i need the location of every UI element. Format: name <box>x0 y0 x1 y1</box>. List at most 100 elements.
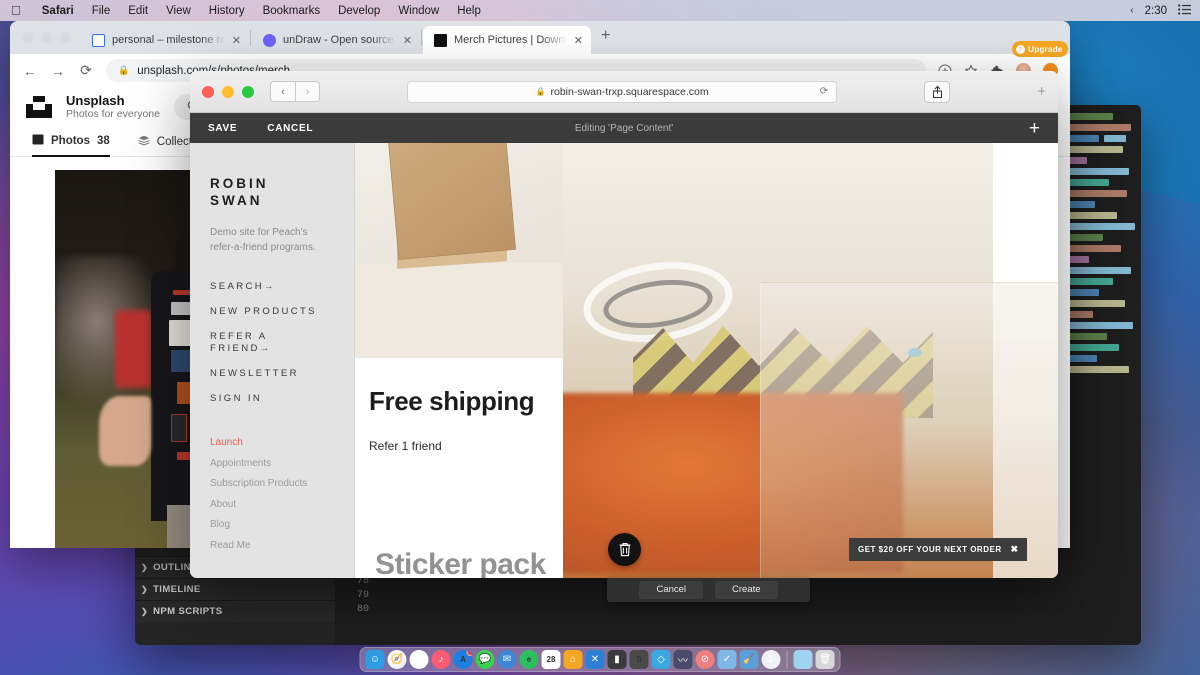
minimize-window-button[interactable] <box>222 85 234 98</box>
back-button[interactable]: ← <box>22 63 38 79</box>
menu-item-safari[interactable]: Safari <box>33 5 83 17</box>
zoom-window-button[interactable] <box>242 85 254 98</box>
modal-create-button[interactable]: Create <box>715 581 778 599</box>
menu-item-bookmarks[interactable]: Bookmarks <box>254 5 330 17</box>
tab-photos[interactable]: Photos 38 <box>32 127 110 157</box>
menu-item-history[interactable]: History <box>200 5 254 17</box>
vscode-section-npm-scripts[interactable]: ❯ NPM SCRIPTS <box>135 600 335 622</box>
mac-dock[interactable]: ☺ 🧭 ◉ ♪ A 💬 ✉ e 28 ⌂ ✕ ▮ S ◇ 〰 ⊘ ✓ 🧹 ① 🗑 <box>359 647 841 672</box>
safari-back-button[interactable]: ‹ <box>270 81 295 102</box>
menu-item-develop[interactable]: Develop <box>329 5 389 17</box>
nav-item-search[interactable]: SEARCH→ <box>210 281 334 293</box>
dock-item-downloads-folder[interactable] <box>793 650 813 669</box>
unsplash-brand: Unsplash Photos for everyone <box>66 92 160 121</box>
dock-item-one-password[interactable]: ① <box>761 650 781 669</box>
site-sidebar: ROBIN SWAN Demo site for Peach's refer-a… <box>190 143 355 578</box>
site-main-content[interactable]: Free shipping Refer 1 friend Sticker pac… <box>355 143 1058 578</box>
dock-item-music[interactable]: ♪ <box>431 650 451 669</box>
dock-item-activity-monitor[interactable]: 〰 <box>673 650 693 669</box>
dock-badge <box>466 650 473 656</box>
safari-squarespace-window[interactable]: ‹ › 🔒 robin-swan-trxp.squarespace.com ⟳ … <box>190 71 1058 578</box>
promo-banner-text: GET $20 OFF YOUR NEXT ORDER <box>858 545 1002 554</box>
save-button[interactable]: SAVE <box>208 123 237 134</box>
minimize-window-button[interactable] <box>41 32 52 43</box>
safari-new-tab-button[interactable]: + <box>1037 83 1046 100</box>
create-block-modal[interactable]: Cancel Create <box>607 578 810 602</box>
control-center-icon[interactable] <box>1178 3 1191 18</box>
reload-icon[interactable]: ⟳ <box>820 86 828 97</box>
sidebar-item-subscription-products[interactable]: Subscription Products <box>210 478 340 489</box>
dock-item-calendar[interactable]: 28 <box>541 650 561 669</box>
dock-item-safari[interactable]: 🧭 <box>387 650 407 669</box>
browser-tab-0[interactable]: personal – milestone referral tu ✕ <box>81 26 249 54</box>
safari-address-bar[interactable]: 🔒 robin-swan-trxp.squarespace.com ⟳ <box>407 80 838 103</box>
dock-item-finder[interactable]: ☺ <box>365 650 385 669</box>
tab-label: Photos <box>51 134 90 147</box>
dock-item-sublime-text[interactable]: S <box>629 650 649 669</box>
close-window-button[interactable] <box>202 85 214 98</box>
close-tab-icon[interactable]: ✕ <box>232 34 241 47</box>
menu-item-help[interactable]: Help <box>448 5 490 17</box>
menu-overflow-chevron-icon[interactable]: ‹ <box>1130 5 1133 16</box>
hero-text-block[interactable]: Free shipping Refer 1 friend <box>355 358 563 533</box>
dock-item-do-not-disturb[interactable]: ⊘ <box>695 650 715 669</box>
cancel-button[interactable]: CANCEL <box>267 123 313 134</box>
dock-item-messages[interactable]: 💬 <box>475 650 495 669</box>
sticker-pack-image[interactable] <box>563 143 993 578</box>
close-tab-icon[interactable]: ✕ <box>574 34 583 47</box>
new-tab-button[interactable]: + <box>591 27 620 49</box>
sidebar-item-launch[interactable]: Launch <box>210 437 340 448</box>
unsplash-icon <box>434 33 447 47</box>
safari-forward-button[interactable]: › <box>295 81 320 102</box>
dock-item-chrome[interactable]: ◉ <box>409 650 429 669</box>
maximize-window-button[interactable] <box>60 32 71 43</box>
vscode-right-code-column <box>1065 105 1141 645</box>
browser-tab-1[interactable]: unDraw - Open source illustrat ✕ <box>252 26 420 54</box>
dock-item-evernote[interactable]: e <box>519 650 539 669</box>
unsplash-brand-name: Unsplash <box>66 92 125 108</box>
close-icon[interactable]: ✖ <box>1010 544 1018 555</box>
close-window-button[interactable] <box>22 32 33 43</box>
menu-item-window[interactable]: Window <box>389 5 448 17</box>
close-tab-icon[interactable]: ✕ <box>403 34 412 47</box>
dock-item-mail[interactable]: ✉ <box>497 650 517 669</box>
sidebar-item-about[interactable]: About <box>210 499 340 510</box>
sidebar-item-appointments[interactable]: Appointments <box>210 458 340 469</box>
apple-icon[interactable]:  <box>11 4 21 17</box>
nav-item-refer-a-friend[interactable]: REFER A FRIEND→ <box>210 331 310 355</box>
window-controls[interactable] <box>18 21 81 54</box>
browser-tab-2[interactable]: Merch Pictures | Download Fre ✕ <box>423 26 591 54</box>
photo-icon <box>32 134 44 148</box>
dock-item-vscode[interactable]: ✕ <box>585 650 605 669</box>
safari-share-button[interactable] <box>924 80 951 103</box>
promo-banner[interactable]: GET $20 OFF YOUR NEXT ORDER ✖ <box>849 538 1027 561</box>
dock-item-trash[interactable]: 🗑 <box>815 650 835 669</box>
package-box-image[interactable] <box>355 143 563 358</box>
menu-item-file[interactable]: File <box>83 5 120 17</box>
dock-item-home[interactable]: ⌂ <box>563 650 583 669</box>
sidebar-item-blog[interactable]: Blog <box>210 519 340 530</box>
menu-item-view[interactable]: View <box>157 5 200 17</box>
upgrade-button[interactable]: ↑ Upgrade <box>1012 41 1068 57</box>
unsplash-logo-icon[interactable] <box>26 96 52 118</box>
dock-item-sketch[interactable]: ◇ <box>651 650 671 669</box>
dock-item-cleaner[interactable]: 🧹 <box>739 650 759 669</box>
nav-item-newsletter[interactable]: NEWSLETTER <box>210 368 334 380</box>
sidebar-item-read-me[interactable]: Read Me <box>210 540 340 551</box>
safari-nav-buttons[interactable]: ‹ › <box>270 81 320 102</box>
dock-item-things[interactable]: ✓ <box>717 650 737 669</box>
line-number: 79 <box>356 590 369 601</box>
add-block-button[interactable]: + <box>1029 119 1040 138</box>
nav-item-sign-in[interactable]: SIGN IN <box>210 393 334 405</box>
menu-bar-clock[interactable]: 2:30 <box>1145 5 1167 17</box>
reload-button[interactable]: ⟳ <box>78 62 94 79</box>
modal-cancel-button[interactable]: Cancel <box>639 581 704 599</box>
nav-item-new-products[interactable]: NEW PRODUCTS <box>210 306 334 318</box>
dock-item-terminal[interactable]: ▮ <box>607 650 627 669</box>
safari-traffic-lights[interactable] <box>202 85 254 98</box>
delete-block-button[interactable] <box>608 533 641 566</box>
forward-button[interactable]: → <box>50 63 66 79</box>
menu-item-edit[interactable]: Edit <box>119 5 157 17</box>
dock-item-app-store[interactable]: A <box>453 650 473 669</box>
vscode-section-timeline[interactable]: ❯ TIMELINE <box>135 578 335 600</box>
